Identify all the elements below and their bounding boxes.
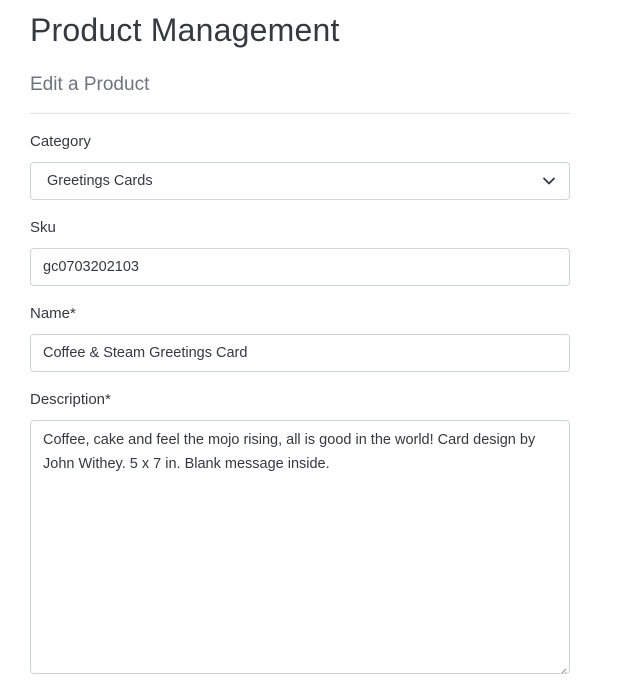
product-edit-page: Product Management Edit a Product Catego…: [0, 0, 628, 697]
description-textarea[interactable]: Coffee, cake and feel the mojo rising, a…: [30, 420, 570, 674]
description-label: Description*: [30, 391, 111, 408]
sku-input[interactable]: gc0703202103: [30, 248, 570, 286]
name-value: Coffee & Steam Greetings Card: [43, 345, 248, 361]
name-input[interactable]: Coffee & Steam Greetings Card: [30, 334, 570, 372]
category-label: Category: [30, 133, 91, 150]
divider: [30, 113, 570, 114]
name-label: Name*: [30, 305, 76, 322]
sku-value: gc0703202103: [43, 259, 139, 275]
resize-handle-icon[interactable]: [557, 661, 567, 673]
description-value: Coffee, cake and feel the mojo rising, a…: [43, 432, 536, 472]
chevron-down-icon: [541, 173, 557, 189]
sku-label: Sku: [30, 219, 56, 236]
category-selected-value: Greetings Cards: [47, 173, 153, 189]
form-subtitle: Edit a Product: [30, 74, 150, 95]
page-title: Product Management: [30, 12, 340, 48]
category-select[interactable]: Greetings Cards: [30, 162, 570, 200]
